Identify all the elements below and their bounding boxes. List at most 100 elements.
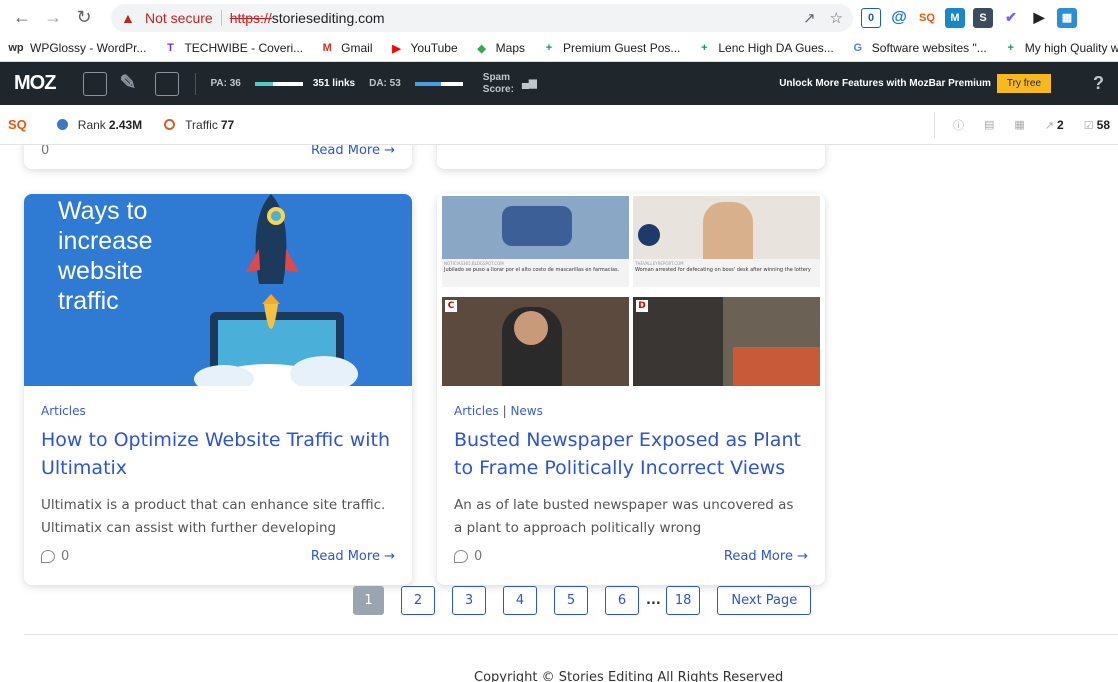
comment-count[interactable]: 0	[41, 549, 69, 564]
mozbar: MOZ ✎ PA: 36 351 links DA: 53 Spam Score…	[0, 62, 1118, 105]
bookmark-star-icon[interactable]: ☆	[830, 9, 843, 27]
page-authority: PA: 36	[210, 78, 241, 89]
extension-moz-icon[interactable]: M	[945, 7, 965, 28]
help-icon[interactable]: ?	[1093, 73, 1104, 94]
comment-count[interactable]: 0	[454, 549, 482, 564]
moz-keyword-icon[interactable]	[155, 71, 180, 96]
bookmark-icon: M	[322, 42, 332, 54]
extension-s-icon[interactable]: S	[973, 7, 993, 28]
traffic-metric[interactable]: Traffic 77	[164, 118, 234, 132]
links-count[interactable]: 351 links	[313, 78, 355, 89]
back-icon[interactable]: ←	[8, 4, 36, 32]
bookmark-label: Software websites "...	[871, 41, 987, 55]
post-category: Articles | News	[454, 404, 543, 418]
bookmark-icon: ◆	[477, 42, 486, 55]
bookmark-item[interactable]: M Gmail	[319, 40, 373, 56]
bookmark-label: Maps	[495, 41, 525, 55]
external-links[interactable]: ↗ 2	[1045, 118, 1064, 132]
report-icon[interactable]: ▦	[1014, 118, 1024, 131]
forward-icon[interactable]: →	[39, 4, 67, 32]
unlock-premium-text: Unlock More Features with MozBar Premium	[779, 78, 991, 89]
read-more-link[interactable]: Read More →	[724, 549, 808, 564]
url-scheme: https://	[229, 9, 272, 26]
internal-links[interactable]: ☑ 58	[1084, 118, 1110, 132]
not-secure-label[interactable]: Not secure	[145, 10, 213, 26]
news-caption: THEVALLEYREPORT.COM Woman arrested for d…	[633, 259, 820, 287]
bookmark-icon: G	[853, 42, 863, 54]
try-free-button[interactable]: Try free	[996, 74, 1051, 93]
bookmark-icon: +	[545, 42, 553, 54]
rocket-illustration	[194, 194, 358, 386]
pagination: 1 2 3 4 5 6 ... 18 Next Page	[353, 586, 812, 615]
share-icon[interactable]: ↗	[803, 9, 816, 27]
seoquake-bar: SQ Rank 2.43M Traffic 77 ⓘ ▤ ▦ ↗ 2 ☑ 58	[0, 105, 1118, 145]
spam-score: Spam Score:	[482, 71, 514, 95]
extension-tag-icon[interactable]: 0	[861, 7, 881, 28]
post-thumbnail[interactable]: NOTICIAS365.BLOGSPOT.COM Jubilado se pus…	[437, 194, 825, 386]
page-6-button[interactable]: 6	[605, 586, 639, 615]
post-category[interactable]: Articles	[41, 404, 86, 418]
previous-card	[437, 145, 825, 169]
extension-megaphone-icon[interactable]: ▶	[1029, 7, 1049, 28]
extension-grid-icon[interactable]: ▦	[1057, 7, 1077, 28]
post-excerpt: An as of late busted newspaper was uncov…	[454, 497, 794, 536]
bookmark-item[interactable]: + Lenc High DA Gues...	[696, 40, 834, 56]
arrow-right-icon: →	[797, 549, 808, 564]
read-more-link[interactable]: Read More →	[311, 145, 395, 158]
post-card: Ways to increase website traffic Article…	[24, 194, 412, 585]
bookmark-item[interactable]: wp WPGlossy - WordPr...	[8, 40, 146, 56]
reload-icon[interactable]: ↻	[70, 4, 98, 32]
pagination-ellipsis: ...	[646, 593, 661, 608]
bookmark-item[interactable]: T TECHWIBE - Coveri...	[162, 40, 303, 56]
previous-card: 0 Read More →	[24, 145, 412, 169]
category-link-news[interactable]: News	[510, 404, 542, 418]
bookmark-label: My high Quality w	[1024, 41, 1118, 55]
address-bar[interactable]: ▲ Not secure https:// storiesediting.com…	[111, 3, 853, 32]
post-card: NOTICIAS365.BLOGSPOT.COM Jubilado se pus…	[437, 194, 825, 585]
bookmark-item[interactable]: ◆ Maps	[474, 40, 525, 56]
seoquake-logo[interactable]: SQ	[8, 117, 27, 132]
comment-count: 0	[41, 145, 50, 158]
moz-page-analysis-icon[interactable]	[83, 71, 108, 96]
extension-seoquake-icon[interactable]: SQ	[917, 7, 937, 28]
moz-highlight-icon[interactable]: ✎	[119, 72, 143, 96]
page-5-button[interactable]: 5	[554, 586, 588, 615]
bookmark-label: WPGlossy - WordPr...	[30, 41, 147, 55]
bookmark-icon: +	[701, 42, 708, 54]
domain-authority: DA: 53	[369, 78, 401, 89]
extension-at-icon[interactable]: @	[889, 7, 909, 28]
post-title[interactable]: How to Optimize Website Traffic with Ult…	[41, 426, 396, 482]
category-link-articles[interactable]: Articles	[454, 404, 499, 418]
page-2-button[interactable]: 2	[401, 586, 435, 615]
bookmark-label: Lenc High DA Gues...	[718, 41, 834, 55]
post-excerpt: Ultimatix is a product that can enhance …	[41, 497, 386, 536]
page-info-icon[interactable]: ▤	[984, 118, 994, 131]
extension-check-icon[interactable]: ✔	[1001, 7, 1021, 28]
arrow-right-icon: →	[384, 549, 395, 564]
bookmark-item[interactable]: ▶ YouTube	[389, 40, 458, 56]
warning-icon: ▲	[121, 9, 135, 26]
bookmark-label: Gmail	[341, 41, 373, 55]
comment-icon	[41, 550, 55, 563]
post-title[interactable]: Busted Newspaper Exposed as Plant to Fra…	[454, 426, 809, 482]
traffic-icon	[164, 119, 176, 130]
next-page-button[interactable]: Next Page	[717, 586, 812, 615]
bookmark-label: TECHWIBE - Coveri...	[184, 41, 304, 55]
info-icon[interactable]: ⓘ	[953, 117, 964, 133]
bookmark-item[interactable]: + Premium Guest Pos...	[541, 40, 681, 56]
da-bar	[414, 81, 463, 86]
page-3-button[interactable]: 3	[452, 586, 486, 615]
bookmark-icon: wp	[8, 42, 24, 54]
rank-metric[interactable]: Rank 2.43M	[56, 118, 142, 132]
page-18-button[interactable]: 18	[665, 586, 701, 615]
page-1-button[interactable]: 1	[353, 586, 384, 615]
pa-bar	[254, 81, 303, 86]
bookmark-item[interactable]: + My high Quality w	[1003, 40, 1118, 56]
read-more-link[interactable]: Read More →	[311, 549, 395, 564]
news-photo: C	[442, 297, 629, 386]
bookmark-label: YouTube	[410, 41, 458, 55]
bookmark-item[interactable]: G Software websites "...	[850, 40, 987, 56]
bookmark-icon: +	[1007, 42, 1014, 54]
page-4-button[interactable]: 4	[503, 586, 537, 615]
post-thumbnail[interactable]: Ways to increase website traffic	[24, 194, 412, 386]
